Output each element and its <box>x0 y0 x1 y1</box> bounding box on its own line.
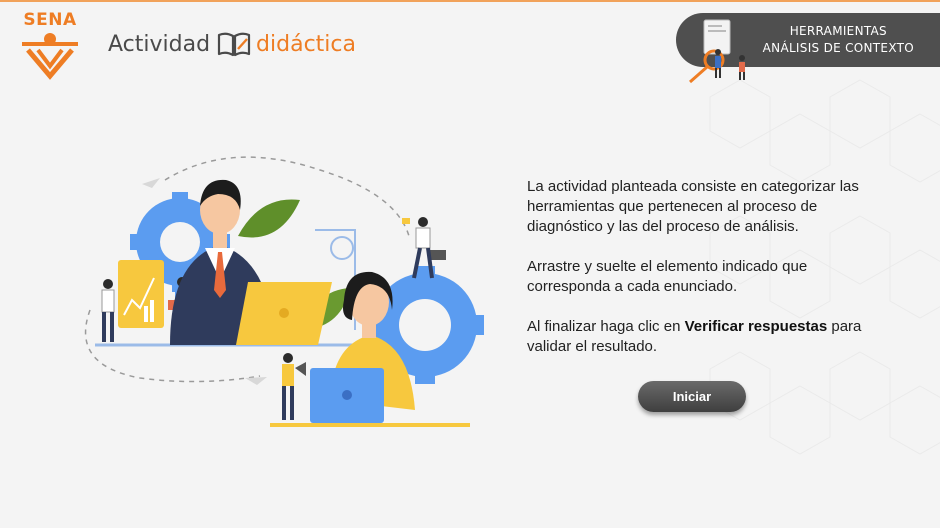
instruction-paragraph-2: Arrastre y suelte el elemento indicado q… <box>527 258 808 295</box>
activity-title: Actividad didáctica <box>108 28 356 60</box>
instruction-paragraph-3: Al finalizar haga clic en Verificar resp… <box>527 317 887 357</box>
instruction-paragraph-1: La actividad planteada consiste en categ… <box>527 178 859 235</box>
title-didactica: didáctica <box>256 31 356 57</box>
instruction-3-prefix: Al finalizar haga clic en <box>527 318 685 335</box>
verify-answers-text: Verificar respuestas <box>684 318 828 335</box>
header: SENA Actividad didáctica HERRAMIENTAS AN… <box>0 0 940 90</box>
title-actividad: Actividad <box>108 31 211 57</box>
book-pencil-icon <box>217 32 251 57</box>
instructions-text: La actividad planteada consiste en categ… <box>527 177 887 377</box>
badge-line-1: HERRAMIENTAS <box>789 24 887 38</box>
badge-text: HERRAMIENTAS ANÁLISIS DE CONTEXTO <box>763 23 914 57</box>
teamwork-illustration <box>84 156 484 427</box>
magnifier-people-icon <box>689 19 745 84</box>
sena-logo-icon: SENA <box>14 10 86 80</box>
badge-line-2: ANÁLISIS DE CONTEXTO <box>762 41 914 55</box>
start-button[interactable]: Iniciar <box>638 381 746 412</box>
